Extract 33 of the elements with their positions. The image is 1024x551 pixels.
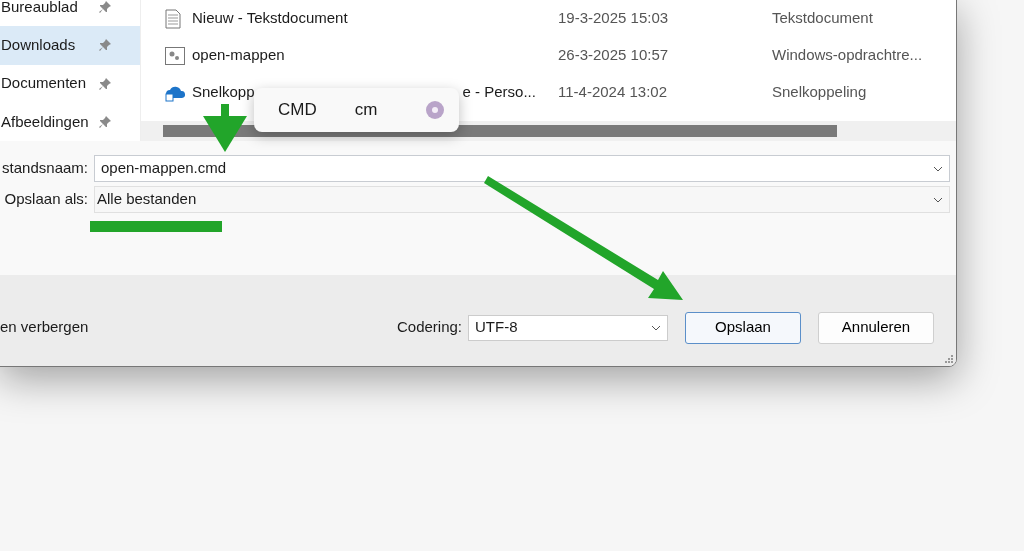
- candidate[interactable]: cm: [354, 97, 378, 123]
- chevron-icon: [933, 196, 943, 203]
- file-type: Windows-opdrachtre...: [772, 45, 923, 66]
- file-date: 26-3-2025 10:57: [558, 45, 670, 66]
- disc-icon[interactable]: [425, 100, 446, 120]
- arrow-annotation: [203, 104, 247, 152]
- chevron-icon: [651, 324, 661, 331]
- encoding-label: Codering:: [396, 317, 462, 338]
- field-label: standsnaam:: [1, 158, 89, 179]
- chevron-icon: [933, 165, 943, 172]
- save-button[interactable]: Opslaan: [685, 311, 801, 344]
- file-date: 19-3-2025 15:03: [558, 8, 670, 29]
- candidate[interactable]: CMD: [278, 97, 317, 123]
- sidebar-item[interactable]: Afbeeldingen: [0, 102, 140, 141]
- cancel-button[interactable]: Annuleren: [818, 311, 934, 344]
- document-icon: [165, 9, 181, 30]
- filename-field[interactable]: open-mappen.cmd: [94, 155, 950, 182]
- file-type-dropdown[interactable]: Alle bestanden: [94, 186, 950, 213]
- file-type: Snelkoppeling: [772, 82, 867, 103]
- cloud-icon: [165, 84, 187, 103]
- file-name[interactable]: e - Perso...: [462, 83, 536, 101]
- file-name[interactable]: Snelkopp: [192, 83, 255, 101]
- resize-grip-icon[interactable]: [944, 354, 953, 363]
- sidebar-item[interactable]: Documenten: [0, 64, 140, 103]
- field-label: Opslaan als:: [3, 189, 89, 210]
- hide-folders-link[interactable]: en verbergen: [0, 316, 89, 339]
- file-name[interactable]: Nieuw - Tekstdocument: [192, 9, 348, 27]
- encoding-dropdown[interactable]: UTF-8: [468, 314, 668, 341]
- file-type: Tekstdocument: [772, 8, 873, 29]
- file-date: 11-4-2024 13:02: [558, 82, 668, 103]
- file-name[interactable]: open-mappen: [192, 46, 285, 64]
- sidebar-item[interactable]: Bureaublad: [0, 0, 140, 27]
- sidebar-item[interactable]: Downloads: [0, 26, 140, 65]
